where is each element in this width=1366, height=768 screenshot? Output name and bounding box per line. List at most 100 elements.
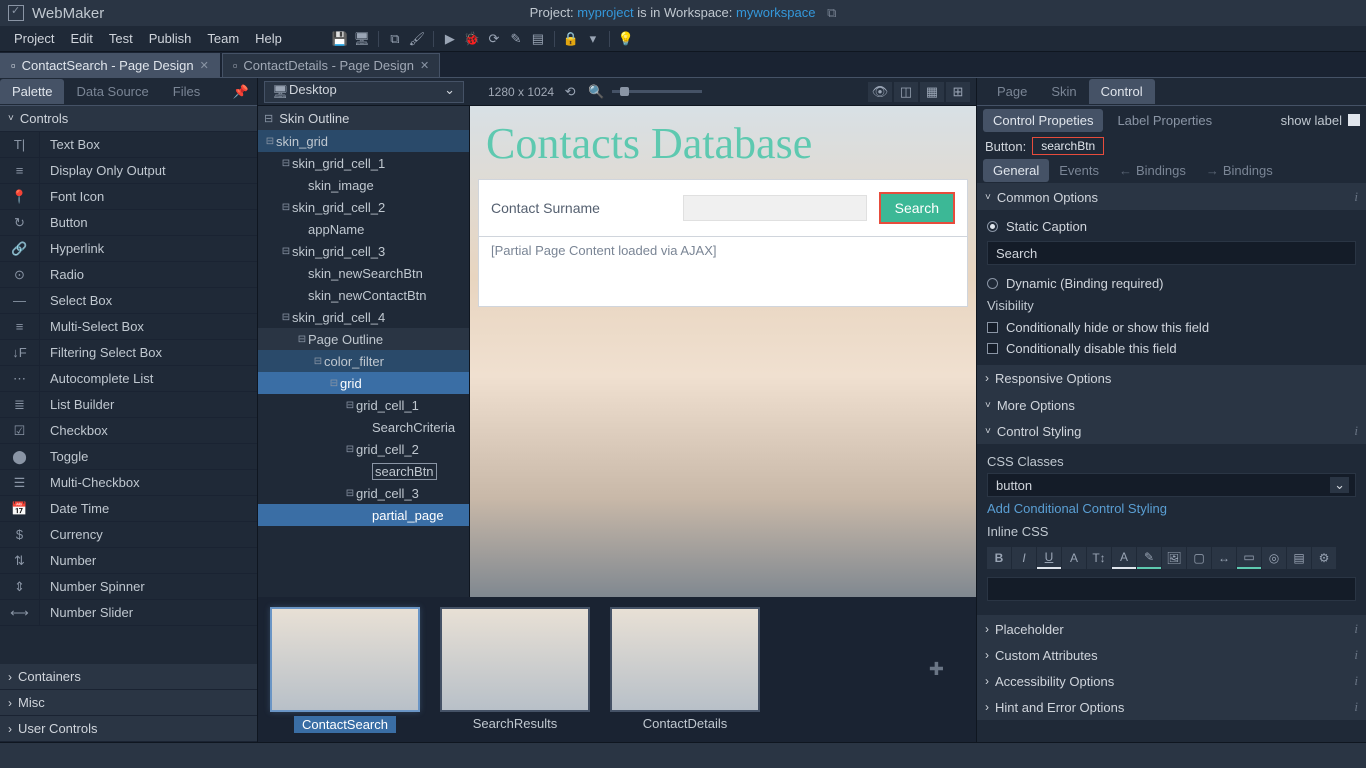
edit-icon[interactable]: ✎ xyxy=(506,29,526,49)
info-icon[interactable]: i xyxy=(1354,189,1358,205)
menu-team[interactable]: Team xyxy=(199,28,247,49)
tree-node[interactable]: skin_image xyxy=(258,174,469,196)
orientation-icon[interactable]: ⟲ xyxy=(560,82,580,102)
info-icon[interactable]: i xyxy=(1354,423,1358,439)
tree-node[interactable]: searchBtn xyxy=(258,460,469,482)
tab-label-props[interactable]: Label Properties xyxy=(1107,109,1222,132)
workspace-link[interactable]: myworkspace xyxy=(736,5,815,20)
css-class-select[interactable]: button xyxy=(987,473,1356,497)
control-number[interactable]: ⇅Number xyxy=(0,548,257,574)
project-link[interactable]: myproject xyxy=(577,5,633,20)
control-button[interactable]: ↻Button xyxy=(0,210,257,236)
radio-static-caption[interactable]: Static Caption xyxy=(987,216,1356,237)
control-select-box[interactable]: —Select Box xyxy=(0,288,257,314)
control-text-box[interactable]: T|Text Box xyxy=(0,132,257,158)
font-color-icon[interactable]: A xyxy=(1112,547,1136,569)
control-filtering-select-box[interactable]: ↓FFiltering Select Box xyxy=(0,340,257,366)
subtab-bindings-out[interactable]: →Bindings xyxy=(1196,159,1283,182)
close-icon[interactable]: ✕ xyxy=(200,59,209,72)
outline-header[interactable]: Skin Outline xyxy=(258,106,469,130)
visibility-icon[interactable]: 👁 xyxy=(868,82,892,102)
tab-skin[interactable]: Skin xyxy=(1039,79,1088,104)
control-autocomplete-list[interactable]: ⋯Autocomplete List xyxy=(0,366,257,392)
control-multi-checkbox[interactable]: ☰Multi-Checkbox xyxy=(0,470,257,496)
tree-node[interactable]: ⊟ skin_grid xyxy=(258,130,469,152)
font-icon[interactable]: A xyxy=(1062,547,1086,569)
tree-node[interactable]: skin_newContactBtn xyxy=(258,284,469,306)
grid-view-icon[interactable]: ▦ xyxy=(920,82,944,102)
info-icon[interactable]: i xyxy=(1354,699,1358,715)
caption-input[interactable] xyxy=(987,241,1356,265)
control-multi-select-box[interactable]: ≡Multi-Select Box xyxy=(0,314,257,340)
page-thumbnail[interactable]: ContactSearch xyxy=(270,607,420,733)
control-list-builder[interactable]: ≣List Builder xyxy=(0,392,257,418)
section-user-controls[interactable]: User Controls xyxy=(0,716,257,742)
bulb-icon[interactable]: 💡 xyxy=(616,29,636,49)
subtab-general[interactable]: General xyxy=(983,159,1049,182)
control-date-time[interactable]: 📅Date Time xyxy=(0,496,257,522)
close-icon[interactable]: ✕ xyxy=(420,59,429,72)
monitor-icon[interactable]: 🖥 xyxy=(352,29,372,49)
control-number-slider[interactable]: ⟷Number Slider xyxy=(0,600,257,626)
radio-dynamic-caption[interactable]: Dynamic (Binding required) xyxy=(987,273,1356,294)
tree-node[interactable]: ⊟ grid xyxy=(258,372,469,394)
add-page-button[interactable]: ✚ xyxy=(929,659,944,680)
tiles-icon[interactable]: ⊞ xyxy=(946,82,970,102)
control-number-spinner[interactable]: ⇕Number Spinner xyxy=(0,574,257,600)
page-thumbnail[interactable]: SearchResults xyxy=(440,607,590,733)
border-icon[interactable]: ▢ xyxy=(1187,547,1211,569)
tree-node[interactable]: SearchCriteria xyxy=(258,416,469,438)
section-misc[interactable]: Misc xyxy=(0,690,257,716)
tab-files[interactable]: Files xyxy=(161,79,212,104)
menu-edit[interactable]: Edit xyxy=(62,28,100,49)
inline-css-input[interactable] xyxy=(987,577,1356,601)
outline-view-icon[interactable]: ◫ xyxy=(894,82,918,102)
menu-help[interactable]: Help xyxy=(247,28,290,49)
chk-conditional-hide[interactable]: Conditionally hide or show this field xyxy=(987,317,1356,338)
menu-project[interactable]: Project xyxy=(6,28,62,49)
bold-icon[interactable]: B xyxy=(987,547,1011,569)
tree-node[interactable]: ⊟ grid_cell_3 xyxy=(258,482,469,504)
section-accessibility[interactable]: Accessibility Optionsi xyxy=(977,668,1366,694)
info-icon[interactable]: i xyxy=(1354,673,1358,689)
target-icon[interactable]: ◎ xyxy=(1262,547,1286,569)
section-placeholder[interactable]: Placeholderi xyxy=(977,616,1366,642)
preview-surname-input[interactable] xyxy=(683,195,867,221)
font-size-icon[interactable]: T↕ xyxy=(1087,547,1111,569)
tree-page-outline[interactable]: ⊟ Page Outline xyxy=(258,328,469,350)
section-more-options[interactable]: More Options xyxy=(977,392,1366,418)
subtab-bindings-in[interactable]: ←Bindings xyxy=(1109,159,1196,182)
lock-icon[interactable]: 🔒 xyxy=(561,29,581,49)
section-controls[interactable]: Controls xyxy=(0,106,257,132)
refresh-icon[interactable]: ⟳ xyxy=(484,29,504,49)
section-common-options[interactable]: Common Optionsi xyxy=(977,184,1366,210)
italic-icon[interactable]: I xyxy=(1012,547,1036,569)
image-icon[interactable]: 🖼 xyxy=(1162,547,1186,569)
info-icon[interactable]: i xyxy=(1354,621,1358,637)
layers-icon[interactable]: ▤ xyxy=(528,29,548,49)
play-icon[interactable]: ▶ xyxy=(440,29,460,49)
menu-publish[interactable]: Publish xyxy=(141,28,200,49)
tab-control[interactable]: Control xyxy=(1089,79,1155,104)
control-font-icon[interactable]: 📍Font Icon xyxy=(0,184,257,210)
align-icon[interactable]: ↔ xyxy=(1212,547,1236,569)
show-label-toggle[interactable]: show label xyxy=(1281,113,1360,128)
dropdown-icon[interactable]: ▾ xyxy=(583,29,603,49)
tree-node[interactable]: ⊟ skin_grid_cell_1 xyxy=(258,152,469,174)
document-tab[interactable]: ▫ContactDetails - Page Design✕ xyxy=(222,53,440,77)
document-tab[interactable]: ▫ContactSearch - Page Design✕ xyxy=(0,53,220,77)
tab-control-props[interactable]: Control Propeties xyxy=(983,109,1103,132)
section-hint-error[interactable]: Hint and Error Optionsi xyxy=(977,694,1366,720)
tree-node[interactable]: ⊟ skin_grid_cell_2 xyxy=(258,196,469,218)
control-display-only-output[interactable]: ≡Display Only Output xyxy=(0,158,257,184)
design-canvas[interactable]: Contacts Database Contact Surname Search… xyxy=(470,106,976,597)
highlight-icon[interactable]: ✎ xyxy=(1137,547,1161,569)
pin-icon[interactable]: 📌 xyxy=(225,80,257,104)
control-radio[interactable]: ⊙Radio xyxy=(0,262,257,288)
control-hyperlink[interactable]: 🔗Hyperlink xyxy=(0,236,257,262)
list-icon[interactable]: ▤ xyxy=(1287,547,1311,569)
section-custom-attrs[interactable]: Custom Attributesi xyxy=(977,642,1366,668)
debug-icon[interactable]: 🐞 xyxy=(462,29,482,49)
tree-node[interactable]: ⊟ color_filter xyxy=(258,350,469,372)
underline-icon[interactable]: U xyxy=(1037,547,1061,569)
